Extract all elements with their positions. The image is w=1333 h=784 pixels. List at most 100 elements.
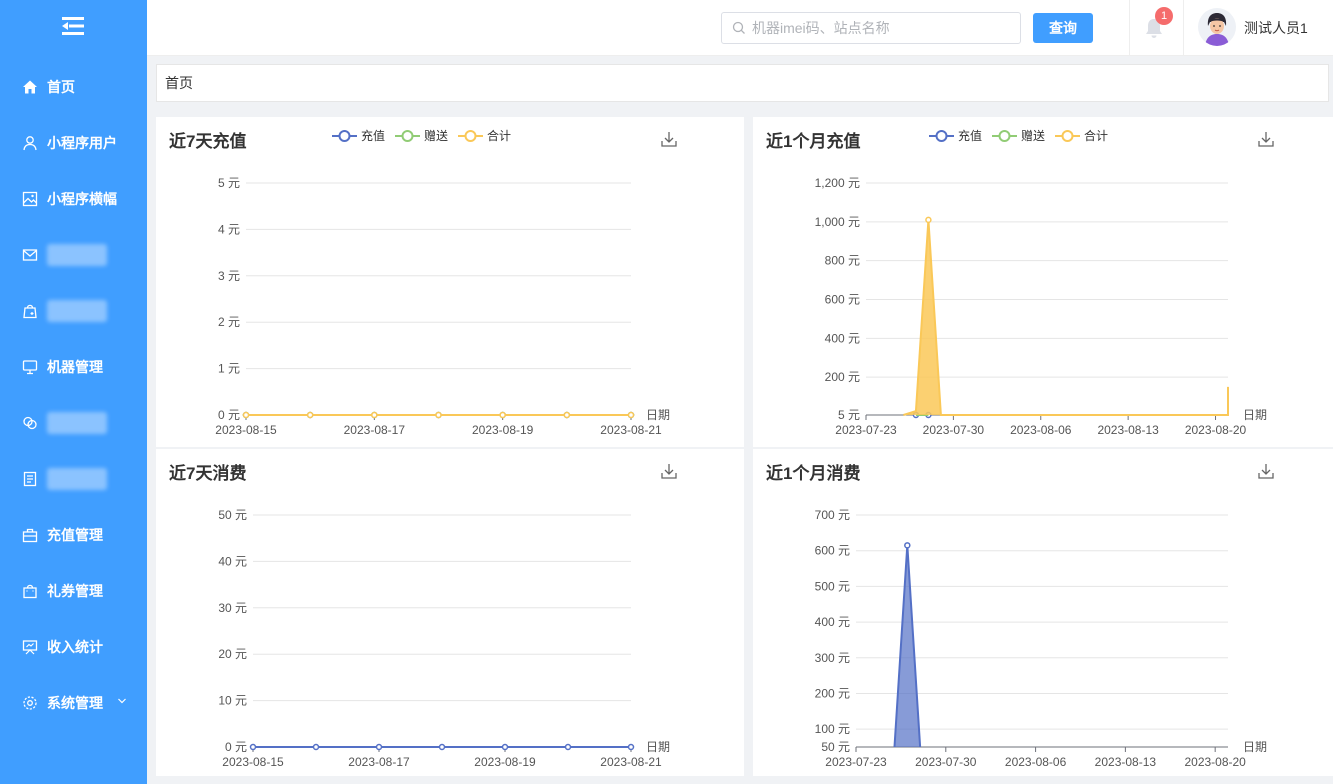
breadcrumb-home[interactable]: 首页 bbox=[165, 75, 193, 91]
x-tick-label: 2023-08-21 bbox=[600, 755, 662, 769]
mail-icon bbox=[22, 247, 38, 263]
x-tick-label: 2023-08-19 bbox=[472, 423, 534, 437]
data-point bbox=[242, 411, 250, 419]
user-name[interactable]: 测试人员1 bbox=[1244, 18, 1308, 38]
sidebar-item-hidden-3[interactable] bbox=[0, 227, 147, 283]
gear-icon bbox=[22, 695, 38, 711]
data-point bbox=[563, 411, 571, 419]
y-tick-label: 10 元 bbox=[218, 694, 247, 708]
notification-badge: 1 bbox=[1155, 7, 1173, 25]
chart-svg: 50 元 100 元 200 元 300 元 400 元 500 元 600 元 700 元 2… bbox=[815, 508, 1267, 769]
sidebar-item-label: 系统管理 bbox=[47, 695, 103, 711]
chevron-down-icon bbox=[117, 695, 127, 709]
x-axis-label: 日期 bbox=[646, 408, 670, 422]
search-box bbox=[721, 12, 1021, 44]
chart-svg: 0 元 10 元 20 元 30 元 40 元 50 元 2023-08-15 2023-08… bbox=[218, 508, 670, 769]
image-icon bbox=[22, 191, 38, 207]
sidebar-item-礼券管理[interactable]: 礼券管理 bbox=[0, 563, 147, 619]
chart-panel-recharge-7d: 近7天充值 充值 赠送 合计 0 元1 元2 元3 元4 元5 元 2023-08-1… bbox=[156, 117, 744, 447]
x-axis-label: 日期 bbox=[1243, 740, 1267, 754]
sidebar-item-label: 首页 bbox=[47, 79, 75, 95]
y-tick-label: 0 元 bbox=[225, 740, 247, 754]
y-tick-label: 50 元 bbox=[821, 740, 850, 754]
data-point bbox=[499, 411, 506, 419]
sidebar-item-收入统计[interactable]: 收入统计 bbox=[0, 619, 147, 675]
sidebar-item-hidden-7[interactable] bbox=[0, 451, 147, 507]
y-tick-label: 800 元 bbox=[825, 254, 860, 268]
home-icon bbox=[22, 79, 38, 95]
x-tick-label: 2023-07-30 bbox=[915, 755, 977, 769]
breadcrumb: 首页 bbox=[156, 64, 1329, 102]
document-icon bbox=[22, 471, 38, 487]
x-tick-label: 2023-08-17 bbox=[344, 423, 406, 437]
sidebar-item-小程序用户[interactable]: 小程序用户 bbox=[0, 115, 147, 171]
sidebar-item-hidden-6[interactable] bbox=[0, 395, 147, 451]
sidebar-item-首页[interactable]: 首页 bbox=[0, 59, 147, 115]
series-line bbox=[903, 219, 1229, 416]
shopping-bag-icon bbox=[22, 303, 38, 319]
x-tick-label: 2023-08-20 bbox=[1185, 423, 1247, 437]
sidebar-item-小程序横幅[interactable]: 小程序横幅 bbox=[0, 171, 147, 227]
chart-svg: 0 元 1 元 2 元 3 元 4 元 5 元 2023-08-15 2023-08-17 20… bbox=[215, 176, 670, 437]
chart-panel-consume-1m: 近1个月消费 50 元 100 元 200 元 300 元 400 元 500 元 600 … bbox=[753, 449, 1333, 776]
series-area bbox=[903, 219, 1228, 415]
data-point bbox=[904, 542, 911, 549]
sidebar-item-充值管理[interactable]: 充值管理 bbox=[0, 507, 147, 563]
x-tick-label: 2023-08-15 bbox=[222, 755, 284, 769]
data-point bbox=[306, 411, 314, 419]
y-tick-label: 400 元 bbox=[825, 331, 860, 345]
sidebar-item-label: 充值管理 bbox=[47, 527, 103, 543]
y-tick-label: 2 元 bbox=[218, 315, 240, 329]
sidebar-item-label: 礼券管理 bbox=[47, 583, 103, 599]
chart-panel-consume-7d: 近7天消费 0 元 10 元 20 元 30 元 40 元 50 元 2023-08-15 2… bbox=[156, 449, 744, 776]
menu-collapse-icon[interactable] bbox=[60, 14, 86, 38]
y-tick-label: 50 元 bbox=[218, 508, 247, 522]
y-tick-label: 300 元 bbox=[815, 651, 850, 665]
x-tick-label: 2023-08-13 bbox=[1097, 423, 1159, 437]
sidebar-item-label: 小程序用户 bbox=[47, 135, 117, 151]
data-point bbox=[312, 743, 320, 751]
x-tick-label: 2023-08-06 bbox=[1005, 755, 1067, 769]
y-tick-label: 0 元 bbox=[218, 408, 240, 422]
query-button[interactable]: 查询 bbox=[1033, 13, 1093, 43]
x-tick-label: 2023-08-13 bbox=[1095, 755, 1157, 769]
header-divider bbox=[1183, 0, 1184, 56]
y-tick-label: 400 元 bbox=[815, 615, 850, 629]
data-point bbox=[375, 743, 383, 751]
y-tick-label: 5 元 bbox=[838, 408, 860, 422]
sidebar-item-机器管理[interactable]: 机器管理 bbox=[0, 339, 147, 395]
sidebar-item-系统管理[interactable]: 系统管理 bbox=[0, 675, 147, 731]
x-tick-label: 2023-07-23 bbox=[825, 755, 887, 769]
x-tick-label: 2023-08-17 bbox=[348, 755, 410, 769]
presentation-icon bbox=[22, 639, 38, 655]
data-point bbox=[435, 411, 442, 419]
monitor-icon bbox=[22, 359, 38, 375]
header-divider bbox=[1129, 0, 1130, 56]
y-tick-label: 40 元 bbox=[218, 554, 247, 568]
avatar[interactable] bbox=[1198, 8, 1236, 46]
sidebar-item-label: 机器管理 bbox=[47, 359, 103, 375]
sidebar-item-label-redacted bbox=[47, 468, 107, 490]
sidebar-item-hidden-4[interactable] bbox=[0, 283, 147, 339]
y-tick-label: 1,200 元 bbox=[815, 176, 860, 190]
gift-bag-icon bbox=[22, 583, 38, 599]
y-tick-label: 200 元 bbox=[825, 370, 860, 384]
x-axis-label: 日期 bbox=[1243, 408, 1267, 422]
sidebar-item-label-redacted bbox=[47, 244, 107, 266]
sidebar-item-label-redacted bbox=[47, 300, 107, 322]
y-tick-label: 600 元 bbox=[815, 544, 850, 558]
search-input[interactable] bbox=[752, 20, 1012, 36]
x-tick-label: 2023-07-30 bbox=[923, 423, 985, 437]
chart-panel-recharge-1m: 近1个月充值 充值 赠送 合计 5 元 200 元 400 元 600 元 800 元 1,0… bbox=[753, 117, 1333, 447]
y-tick-label: 1,000 元 bbox=[815, 215, 860, 229]
y-tick-label: 3 元 bbox=[218, 269, 240, 283]
data-point bbox=[371, 411, 378, 419]
y-tick-label: 700 元 bbox=[815, 508, 850, 522]
user-icon bbox=[22, 135, 38, 151]
data-point bbox=[925, 216, 932, 224]
sidebar-item-label: 收入统计 bbox=[47, 639, 103, 655]
briefcase-icon bbox=[22, 527, 38, 543]
x-tick-label: 2023-08-20 bbox=[1184, 755, 1246, 769]
y-tick-label: 100 元 bbox=[815, 722, 850, 736]
link-icon bbox=[22, 415, 38, 431]
